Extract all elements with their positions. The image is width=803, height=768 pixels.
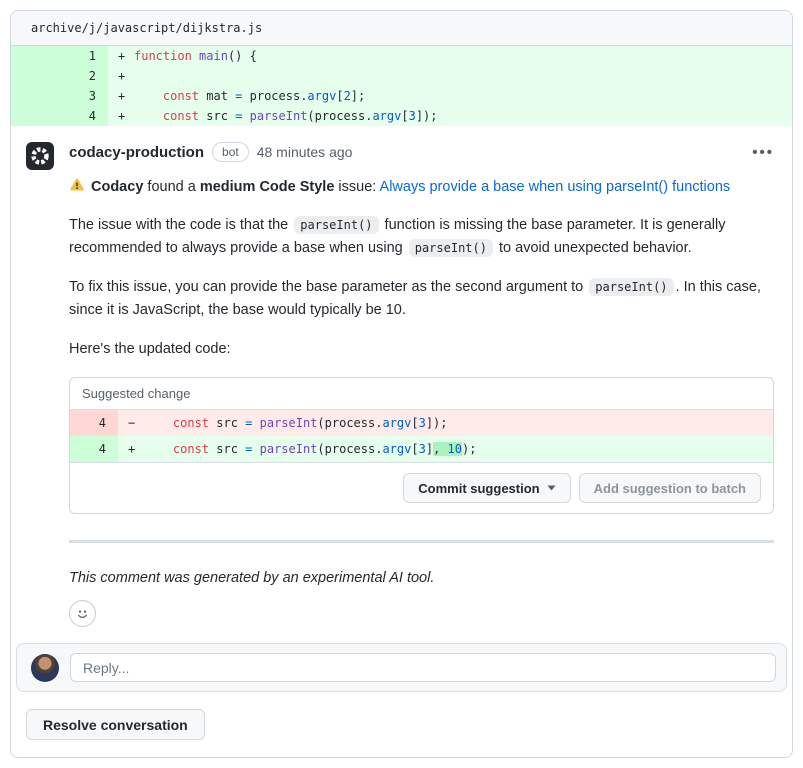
- divider: [69, 540, 774, 543]
- comment-author[interactable]: codacy-production: [69, 144, 204, 161]
- line-number: 1: [11, 46, 108, 66]
- code-line: const src = parseInt(process.argv[3], 10…: [144, 436, 773, 462]
- commit-suggestion-button[interactable]: Commit suggestion: [403, 473, 570, 503]
- warning-icon: [69, 177, 85, 193]
- line-number: 4: [70, 436, 118, 462]
- code-line: function main() {: [134, 46, 792, 66]
- chevron-down-icon: [547, 485, 556, 491]
- issue-summary-text: Codacy found a medium Code Style issue: …: [91, 179, 730, 195]
- diff-excerpt: 1+function main() {2+3+ const mat = proc…: [11, 46, 792, 126]
- inline-code: parseInt(): [589, 278, 673, 296]
- diff-line: 2+: [11, 66, 792, 86]
- line-number: 3: [11, 86, 108, 106]
- text-segment: to avoid unexpected behavior.: [495, 240, 692, 256]
- diff-line: 4 + const src = parseInt(process.argv[3])…: [11, 106, 792, 126]
- file-header: archive/j/javascript/dijkstra.js: [11, 11, 792, 46]
- line-number: 4: [70, 410, 118, 436]
- comment-header: codacy-production bot 48 minutes ago •••: [69, 142, 774, 162]
- code-line: const mat = process.argv[2];: [134, 86, 792, 106]
- text-segment: medium Code Style: [200, 179, 335, 195]
- smiley-icon: [74, 605, 91, 622]
- comment-main: codacy-production bot 48 minutes ago •••…: [69, 142, 774, 627]
- line-number: 2: [11, 66, 108, 86]
- comment-paragraph: To fix this issue, you can provide the b…: [69, 276, 774, 322]
- reply-input[interactable]: [70, 653, 776, 682]
- add-suggestion-to-batch-label: Add suggestion to batch: [594, 481, 746, 496]
- add-reaction-button[interactable]: [69, 600, 96, 627]
- inline-code: parseInt(): [409, 239, 493, 257]
- file-path: archive/j/javascript/dijkstra.js: [31, 21, 262, 35]
- diff-sign: +: [118, 86, 134, 106]
- code-line: [134, 66, 792, 86]
- diff-line: 4− const src = parseInt(process.argv[3])…: [70, 410, 773, 436]
- text-segment: found a: [143, 179, 199, 195]
- resolve-conversation-button[interactable]: Resolve conversation: [26, 709, 205, 740]
- user-avatar: [31, 654, 59, 682]
- inline-code: parseInt(): [294, 216, 378, 234]
- issue-summary: Codacy found a medium Code Style issue: …: [69, 176, 774, 198]
- resolve-area: Resolve conversation: [11, 692, 792, 757]
- commit-suggestion-label: Commit suggestion: [418, 481, 539, 496]
- add-suggestion-to-batch-button[interactable]: Add suggestion to batch: [579, 473, 761, 503]
- text-segment: Codacy: [91, 179, 143, 195]
- diff-sign: +: [118, 46, 134, 66]
- line-number: 4: [11, 106, 108, 126]
- codacy-bot-avatar: [26, 142, 54, 170]
- reply-bar: [16, 643, 787, 692]
- bot-badge: bot: [212, 142, 249, 162]
- comment-timestamp[interactable]: 48 minutes ago: [257, 144, 353, 160]
- diff-sign: −: [128, 410, 144, 436]
- code-line: const src = parseInt(process.argv[3]);: [144, 410, 773, 436]
- diff-line: 3 + const mat = process.argv[2];: [11, 86, 792, 106]
- diff-sign: +: [118, 66, 134, 86]
- text-segment: To fix this issue, you can provide the b…: [69, 279, 587, 295]
- issue-link[interactable]: Always provide a base when using parseIn…: [380, 179, 731, 195]
- suggested-change-box: Suggested change 4− const src = parseInt…: [69, 377, 774, 514]
- ai-footnote: This comment was generated by an experim…: [69, 567, 774, 589]
- review-thread-container: archive/j/javascript/dijkstra.js 1+funct…: [10, 10, 793, 758]
- diff-line: 1 +function main() {: [11, 46, 792, 66]
- diff-sign: +: [118, 106, 134, 126]
- comment-body: The issue with the code is that the pars…: [69, 214, 774, 361]
- code-line: const src = parseInt(process.argv[3]);: [134, 106, 792, 126]
- comment-paragraph: The issue with the code is that the pars…: [69, 214, 774, 260]
- suggested-change-title: Suggested change: [70, 378, 773, 410]
- comment-paragraph: Here's the updated code:: [69, 338, 774, 361]
- diff-sign: +: [128, 436, 144, 462]
- diff-line: 4 + const src = parseInt(process.argv[3],…: [70, 436, 773, 462]
- kebab-menu-icon[interactable]: •••: [752, 145, 774, 160]
- text-segment: Here's the updated code:: [69, 341, 231, 357]
- suggestion-actions: Commit suggestion Add suggestion to batc…: [70, 462, 773, 513]
- suggested-change-diff: 4− const src = parseInt(process.argv[3])…: [70, 410, 773, 462]
- text-segment: issue:: [334, 179, 379, 195]
- comment: codacy-production bot 48 minutes ago •••…: [11, 126, 792, 643]
- text-segment: The issue with the code is that the: [69, 217, 292, 233]
